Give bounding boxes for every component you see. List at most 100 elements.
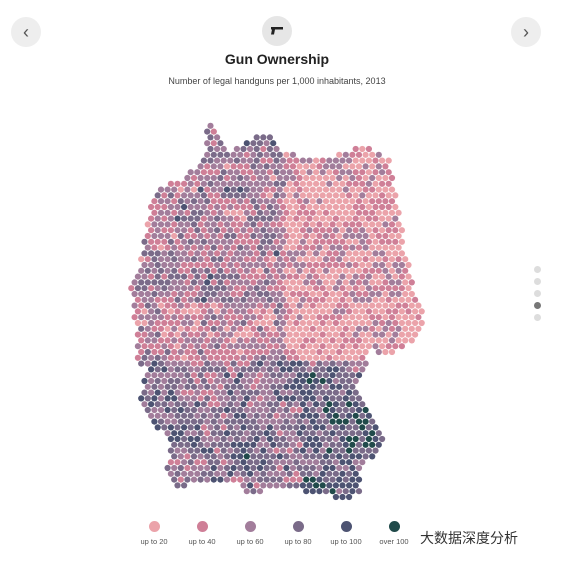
district-dot [313, 401, 320, 408]
district-dot [375, 151, 382, 158]
district-dot [342, 395, 349, 402]
district-dot [309, 453, 316, 460]
district-dot [303, 476, 310, 483]
district-dot [293, 470, 300, 477]
district-dot [388, 198, 396, 205]
district-dot [230, 244, 237, 251]
district-dot [319, 192, 326, 199]
district-dot [299, 308, 306, 315]
district-dot [326, 157, 333, 164]
district-dot [253, 424, 260, 431]
district-dot [161, 215, 168, 222]
district-dot [349, 418, 356, 425]
district-dot [217, 256, 224, 263]
district-dot [306, 482, 313, 489]
district-dot [227, 412, 234, 419]
district-dot [289, 232, 297, 240]
district-dot [293, 180, 300, 187]
district-dot [362, 418, 369, 425]
pager-dot[interactable] [534, 314, 541, 321]
district-dot [313, 296, 320, 303]
district-dot [273, 412, 280, 419]
district-dot [148, 343, 155, 350]
district-dot [372, 238, 379, 245]
district-dot [402, 314, 409, 321]
district-dot [355, 360, 363, 367]
district-dot [223, 430, 231, 437]
district-dot [276, 244, 283, 251]
district-dot [151, 244, 158, 251]
district-dot [375, 163, 382, 170]
district-dot [233, 250, 240, 257]
district-dot [339, 238, 346, 245]
district-dot [276, 360, 283, 367]
district-dot [398, 261, 405, 269]
district-dot [359, 459, 366, 466]
district-dot [346, 180, 353, 187]
district-dot [365, 447, 372, 454]
district-dot [227, 459, 234, 466]
district-dot [346, 157, 353, 164]
district-dot [233, 203, 240, 211]
district-dot [336, 372, 343, 379]
district-dot [342, 360, 349, 367]
district-dot [217, 360, 224, 367]
district-dot [402, 279, 409, 286]
district-dot [369, 232, 376, 240]
district-dot [326, 459, 333, 466]
district-dot [342, 151, 349, 158]
district-dot [256, 325, 264, 332]
district-dot [339, 459, 346, 466]
district-dot [177, 302, 184, 309]
district-dot [184, 360, 191, 367]
district-dot [223, 163, 231, 170]
pager-dot[interactable] [534, 302, 541, 309]
district-dot [369, 302, 376, 309]
district-dot [230, 464, 237, 472]
district-dot [207, 389, 214, 396]
district-dot [286, 319, 293, 327]
district-dot [369, 267, 376, 274]
district-dot [283, 174, 290, 182]
district-dot [250, 232, 257, 240]
district-dot [408, 290, 415, 298]
district-dot [240, 238, 247, 245]
district-dot [214, 435, 221, 443]
district-dot [227, 343, 234, 350]
pager-dot[interactable] [534, 266, 541, 273]
district-dot [247, 366, 254, 373]
district-dot [194, 285, 201, 292]
district-dot [309, 209, 316, 216]
pager-dot[interactable] [534, 290, 541, 297]
district-dot [339, 203, 346, 211]
district-dot [346, 459, 353, 466]
district-dot [322, 256, 330, 263]
pager-dot[interactable] [534, 278, 541, 285]
district-dot [214, 134, 221, 141]
district-dot [280, 412, 287, 419]
district-dot [326, 227, 333, 234]
legend-swatch [244, 521, 256, 532]
district-dot [359, 366, 366, 373]
district-dot [167, 215, 174, 222]
district-dot [167, 192, 174, 199]
district-dot [181, 331, 188, 338]
district-dot [283, 279, 290, 286]
district-dot [233, 401, 240, 408]
district-dot [329, 232, 336, 240]
district-dot [256, 174, 264, 182]
district-dot [243, 163, 250, 170]
watermark: 大数据深度分析 [420, 530, 518, 546]
district-dot [144, 383, 151, 390]
district-dot [266, 354, 273, 361]
district-dot [339, 308, 346, 315]
district-dot [355, 290, 363, 298]
district-dot [355, 198, 363, 205]
district-dot [392, 296, 399, 303]
district-dot [177, 337, 184, 344]
district-dot [346, 354, 353, 361]
district-dot [270, 406, 277, 414]
district-dot [260, 215, 267, 222]
district-dot [194, 215, 201, 222]
district-dot [286, 215, 293, 222]
